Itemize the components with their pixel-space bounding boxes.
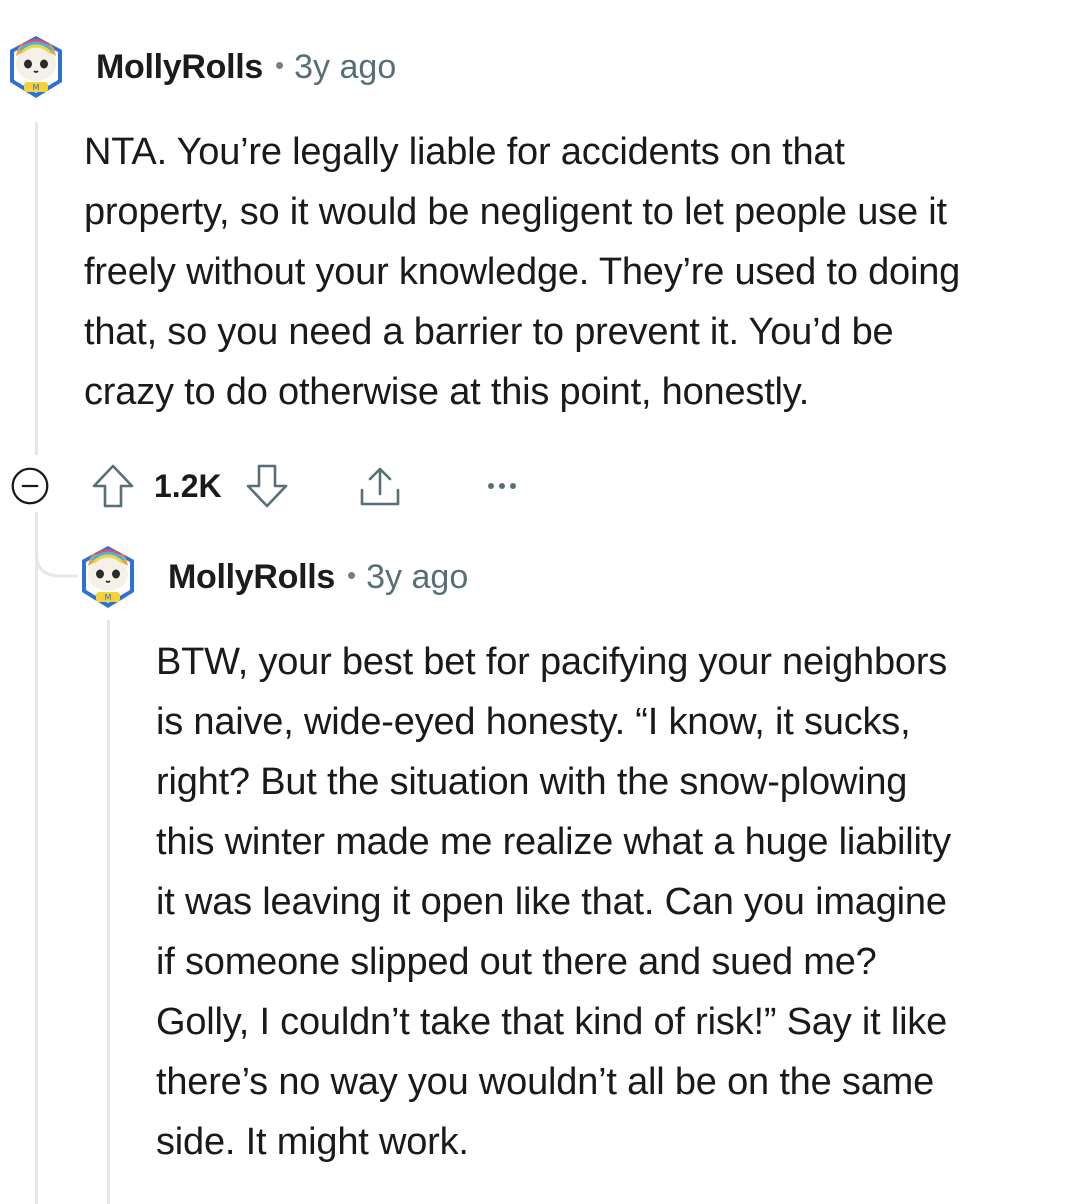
comment-meta: MollyRolls • 3y ago	[168, 558, 468, 597]
comment-line: property, so it would be negligent to le…	[84, 191, 947, 233]
comment-line: that, so you need a barrier to prevent i…	[84, 311, 894, 353]
comment-line: there’s no way you wouldn’t all be on th…	[156, 1061, 935, 1103]
more-dots-icon	[487, 483, 516, 489]
thread-branch-curve	[35, 512, 78, 578]
comment-line: Golly, I couldn’t take that kind of risk…	[156, 1001, 948, 1043]
upvote-arrow-icon	[92, 464, 134, 508]
comment-line: BTW, your best bet for pacifying your ne…	[156, 641, 948, 683]
comment-line: NTA. You’re legally liable for accidents…	[84, 131, 845, 173]
thread-line-reply[interactable]	[107, 620, 110, 1204]
thread-line-main[interactable]	[35, 122, 38, 455]
comment-line: this winter made me realize what a huge …	[156, 821, 951, 863]
comment-line: side. It might work.	[156, 1121, 469, 1163]
comment-meta: MollyRolls • 3y ago	[96, 48, 396, 87]
avatar[interactable]: M	[76, 540, 140, 612]
comment-body: NTA. You’re legally liable for accidents…	[84, 122, 1074, 422]
username-link[interactable]: MollyRolls	[168, 558, 335, 597]
comment-age[interactable]: 3y ago	[294, 48, 396, 87]
thread-line-main-lower[interactable]	[35, 512, 38, 1204]
comment-body: BTW, your best bet for pacifying your ne…	[156, 632, 1076, 1172]
comment-line: if someone slipped out there and sued me…	[156, 941, 877, 983]
share-button[interactable]	[356, 462, 404, 510]
comment-age[interactable]: 3y ago	[366, 558, 468, 597]
vote-score: 1.2K	[154, 467, 222, 504]
comment-thread: M MollyRolls • 3y ago NTA. You’re legall…	[0, 0, 1080, 1204]
meta-separator: •	[275, 50, 285, 80]
username-link[interactable]: MollyRolls	[96, 48, 263, 87]
comment-action-bar: 1.2K	[10, 458, 520, 514]
avatar[interactable]: M	[4, 30, 68, 102]
meta-separator: •	[347, 560, 357, 590]
cat-avatar-icon: M	[82, 546, 134, 608]
comment-line: is naive, wide-eyed honesty. “I know, it…	[156, 701, 911, 743]
cat-avatar-icon: M	[10, 36, 62, 98]
downvote-arrow-icon	[246, 464, 287, 508]
svg-text:M: M	[105, 593, 112, 602]
share-icon	[360, 467, 399, 506]
comment-line: freely without your knowledge. They’re u…	[84, 251, 961, 293]
more-options-button[interactable]	[484, 476, 520, 496]
collapse-button[interactable]	[10, 466, 50, 506]
comment-line: it was leaving it open like that. Can yo…	[156, 881, 947, 923]
upvote-button[interactable]	[90, 462, 136, 510]
collapse-minus-icon	[11, 467, 49, 505]
comment-line: right? But the situation with the snow-p…	[156, 761, 908, 803]
downvote-button[interactable]	[244, 462, 290, 510]
svg-text:M: M	[33, 83, 40, 92]
comment-line: crazy to do otherwise at this point, hon…	[84, 371, 810, 413]
